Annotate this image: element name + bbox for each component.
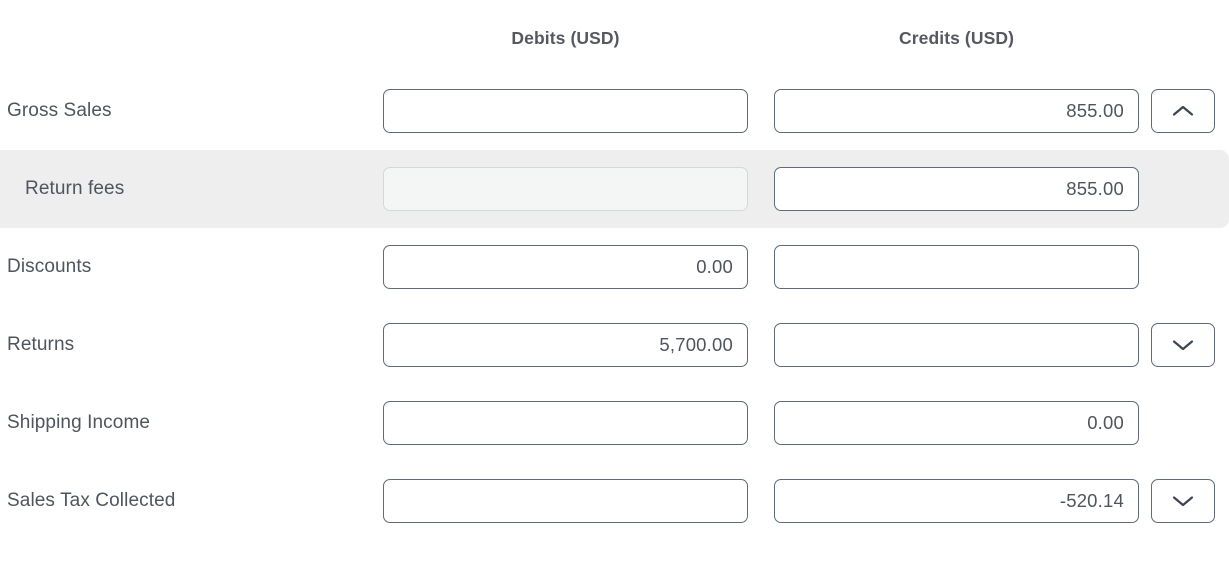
expand-row-button[interactable] bbox=[1151, 479, 1215, 523]
row-label: Shipping Income bbox=[7, 412, 151, 433]
ledger-row: Sales Tax Collected -520.14 bbox=[0, 462, 1229, 540]
collapse-row-button[interactable] bbox=[1151, 89, 1215, 133]
chevron-down-icon bbox=[1172, 494, 1194, 508]
debit-input[interactable] bbox=[383, 401, 748, 445]
credit-input[interactable]: 0.00 bbox=[774, 401, 1139, 445]
debit-input bbox=[383, 167, 748, 211]
column-header-row: Debits (USD) Credits (USD) bbox=[0, 0, 1229, 72]
row-label: Gross Sales bbox=[7, 100, 112, 121]
ledger-rows: Gross Sales 855.00 Return fees 855.00 Discou… bbox=[0, 72, 1229, 540]
row-label: Return fees bbox=[25, 178, 125, 199]
debit-input[interactable] bbox=[383, 89, 748, 133]
debit-input[interactable]: 0.00 bbox=[383, 245, 748, 289]
ledger-row: Discounts 0.00 bbox=[0, 228, 1229, 306]
debit-input[interactable]: 5,700.00 bbox=[383, 323, 748, 367]
credit-input[interactable]: 855.00 bbox=[774, 167, 1139, 211]
row-label: Discounts bbox=[7, 256, 92, 277]
credit-input[interactable]: -520.14 bbox=[774, 479, 1139, 523]
row-label: Returns bbox=[7, 334, 75, 355]
row-label: Sales Tax Collected bbox=[7, 490, 176, 511]
column-header-credits: Credits (USD) bbox=[898, 28, 1015, 48]
ledger-row: Shipping Income 0.00 bbox=[0, 384, 1229, 462]
ledger-row: Return fees 855.00 bbox=[0, 150, 1229, 228]
ledger-row: Returns 5,700.00 bbox=[0, 306, 1229, 384]
chevron-up-icon bbox=[1172, 104, 1194, 118]
column-header-debits: Debits (USD) bbox=[511, 28, 620, 48]
credit-input[interactable]: 855.00 bbox=[774, 89, 1139, 133]
credit-input[interactable] bbox=[774, 323, 1139, 367]
debit-input[interactable] bbox=[383, 479, 748, 523]
accounting-ledger-form: Debits (USD) Credits (USD) Gross Sales 85… bbox=[0, 0, 1229, 568]
ledger-row: Gross Sales 855.00 bbox=[0, 72, 1229, 150]
chevron-down-icon bbox=[1172, 338, 1194, 352]
credit-input[interactable] bbox=[774, 245, 1139, 289]
expand-row-button[interactable] bbox=[1151, 323, 1215, 367]
